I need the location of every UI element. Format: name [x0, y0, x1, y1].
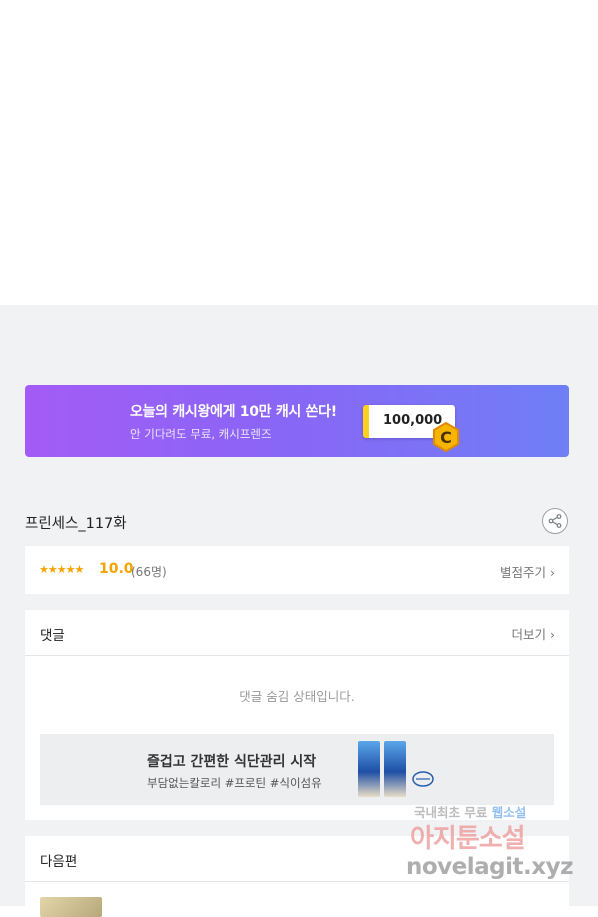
banner-subtitle: 안 기다려도 무료, 캐시프렌즈	[130, 427, 272, 441]
rating-score: 10.0	[99, 561, 134, 577]
chevron-right-icon: ›	[550, 627, 555, 642]
ad-banner[interactable]: 즐겁고 간편한 식단관리 시작 부담없는칼로리 #프로틴 #식이섬유	[40, 734, 554, 805]
comment-section: 댓글 더보기 › 댓글 숨김 상태입니다. 즐겁고 간편한 식단관리 시작 부담…	[25, 610, 569, 820]
next-episode-section: 다음편	[25, 836, 569, 917]
share-icon	[548, 514, 562, 528]
viewer-blank-area	[0, 0, 598, 305]
comment-header: 댓글 더보기 ›	[25, 610, 569, 656]
next-episode-thumbnail[interactable]	[40, 897, 102, 917]
next-episode-title: 다음편	[40, 854, 78, 870]
ad-subtitle: 부담없는칼로리 #프로틴 #식이섬유	[147, 776, 322, 790]
coin-letter: C	[440, 428, 452, 447]
comment-more-button[interactable]: 더보기 ›	[512, 624, 556, 643]
more-label: 더보기	[511, 627, 547, 642]
share-button[interactable]	[542, 508, 568, 534]
product-pack-image	[358, 741, 380, 797]
chevron-right-icon: ›	[550, 565, 555, 580]
next-episode-header: 다음편	[25, 836, 569, 882]
episode-title: 프린세스_117화	[25, 516, 127, 532]
rating-count: (66명)	[131, 565, 167, 579]
rate-button[interactable]: 별점주기 ›	[500, 562, 555, 581]
cash-friends-banner[interactable]: 오늘의 캐시왕에게 10만 캐시 쏜다! 안 기다려도 무료, 캐시프렌즈 10…	[25, 385, 569, 457]
brand-logo-icon	[412, 771, 434, 787]
product-pack-image	[384, 741, 406, 797]
rating-card: ★★★★★ 10.0 (66명) 별점주기 ›	[25, 546, 569, 594]
comments-hidden-message: 댓글 숨김 상태입니다.	[239, 689, 355, 704]
rate-button-label: 별점주기	[500, 565, 547, 580]
rating-stars: ★★★★★	[39, 563, 84, 576]
coin-icon: C	[433, 422, 459, 452]
banner-title: 오늘의 캐시왕에게 10만 캐시 쏜다!	[130, 404, 337, 420]
ad-title: 즐겁고 간편한 식단관리 시작	[147, 754, 317, 770]
comment-section-title: 댓글	[40, 628, 65, 644]
